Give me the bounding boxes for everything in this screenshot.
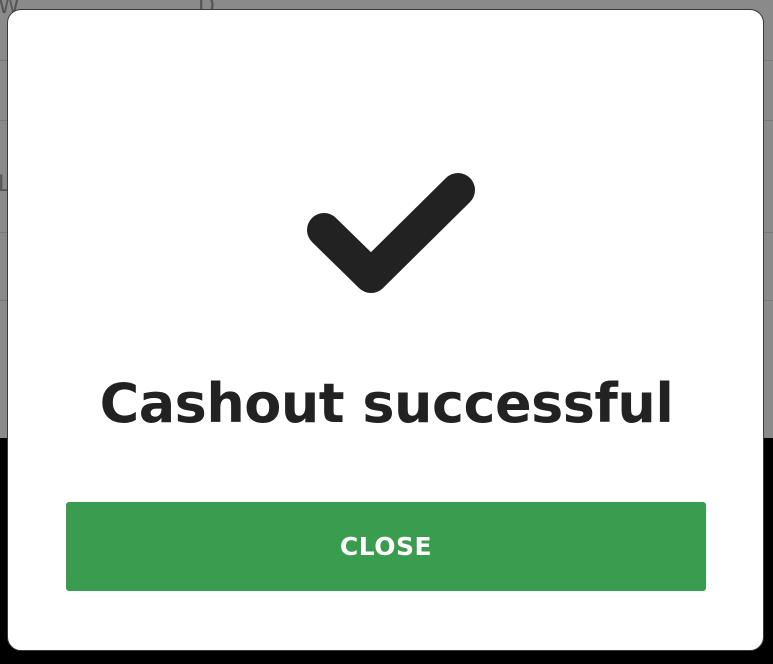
dialog-title: Cashout successful <box>99 372 674 435</box>
checkmark-icon <box>307 173 475 293</box>
close-button[interactable]: CLOSE <box>66 502 706 591</box>
cashout-success-dialog: Cashout successful CLOSE <box>7 9 764 651</box>
